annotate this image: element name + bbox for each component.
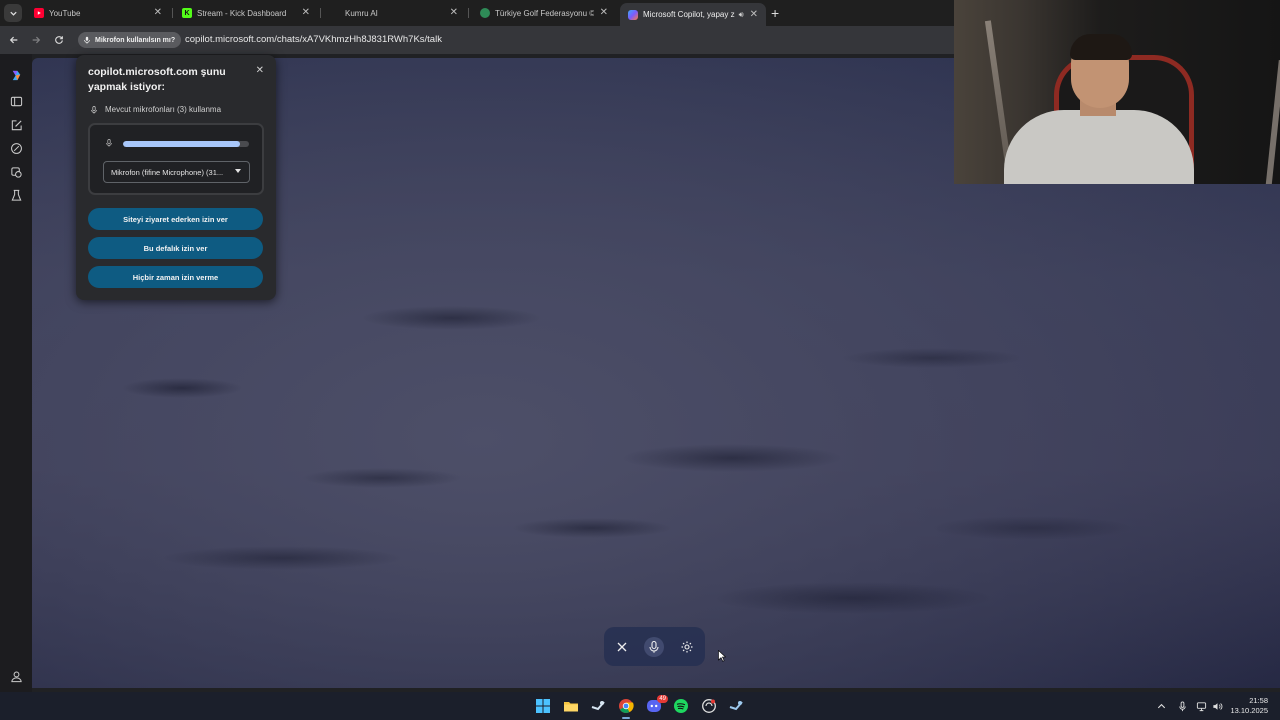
- discord-icon[interactable]: 49: [645, 695, 668, 715]
- allow-this-time-button[interactable]: Bu defalık izin ver: [88, 237, 263, 259]
- close-tab-icon[interactable]: ✕: [154, 8, 162, 18]
- close-tab-icon[interactable]: ✕: [450, 8, 458, 18]
- close-tab-icon[interactable]: ✕: [750, 9, 758, 20]
- account-icon[interactable]: [9, 669, 23, 683]
- address-bar[interactable]: copilot.microsoft.com/chats/xA7VKhmzHh8J…: [185, 34, 442, 45]
- selected-microphone: Mikrofon (fifine Microphone) (31...: [111, 167, 224, 177]
- close-icon[interactable]: ✕: [256, 65, 264, 76]
- speaker-icon[interactable]: 🔊︎: [739, 10, 744, 20]
- forward-button[interactable]: [28, 32, 44, 48]
- back-arrow-icon: [9, 36, 18, 44]
- microphone-tray-icon[interactable]: [1176, 700, 1188, 712]
- webcam-overlay: [954, 0, 1280, 184]
- tab-title: Kumru AI: [345, 8, 378, 18]
- mute-microphone-button[interactable]: [644, 637, 664, 657]
- site-permission-chip[interactable]: Mikrofon kullanılsın mı?: [78, 32, 182, 48]
- new-tab-button[interactable]: +: [771, 4, 779, 22]
- close-icon: [617, 642, 627, 652]
- copilot-sidebar: [0, 54, 32, 692]
- dropdown-caret-icon: [235, 169, 241, 173]
- tab-golf-federation[interactable]: Türkiye Golf Federasyonu © 20 ✕: [472, 3, 616, 23]
- permission-title: copilot.microsoft.com şunu yapmak istiyo…: [88, 66, 226, 93]
- microphone-permission-popup: copilot.microsoft.com şunu yapmak istiyo…: [76, 55, 276, 300]
- voice-settings-button[interactable]: [677, 637, 697, 657]
- back-button[interactable]: [6, 32, 22, 48]
- reload-icon: [55, 36, 63, 44]
- steam-icon[interactable]: [589, 697, 607, 715]
- app-icon[interactable]: [700, 697, 718, 715]
- tab-search-button[interactable]: [4, 4, 22, 22]
- forward-arrow-icon: [32, 36, 41, 44]
- never-allow-button[interactable]: Hiçbir zaman izin verme: [88, 266, 263, 288]
- tab-title: Türkiye Golf Federasyonu © 20: [495, 8, 594, 18]
- copilot-icon: [628, 9, 638, 20]
- microphone-level-fill: [123, 141, 241, 147]
- permission-request-text: Mevcut mikrofonları (3) kullanma: [105, 105, 222, 114]
- volume-icon[interactable]: [1211, 700, 1223, 712]
- new-chat-icon[interactable]: [9, 118, 23, 132]
- file-explorer-icon[interactable]: [562, 697, 580, 715]
- microphone-icon: [84, 36, 90, 44]
- copilot-logo-icon[interactable]: [9, 68, 23, 82]
- golf-federation-icon: [480, 8, 490, 18]
- kick-icon: K: [182, 8, 192, 18]
- end-voice-button[interactable]: [612, 637, 632, 657]
- microphone-level-meter: [123, 141, 249, 147]
- tray-overflow-icon[interactable]: [1155, 700, 1167, 712]
- discover-icon[interactable]: [9, 141, 23, 155]
- microphone-dropdown[interactable]: Mikrofon (fifine Microphone) (31...: [103, 161, 250, 183]
- library-icon[interactable]: [9, 165, 23, 179]
- settings-icon: [681, 641, 693, 653]
- kumru-icon: [330, 8, 340, 18]
- permission-chip-label: Mikrofon kullanılsın mı?: [95, 36, 176, 44]
- chevron-down-icon: [9, 11, 17, 16]
- voice-controls: [604, 627, 705, 666]
- tab-title: Stream - Kick Dashboard: [197, 8, 287, 18]
- microphone-icon: [649, 640, 659, 653]
- discord-notification-badge: 49: [657, 695, 668, 703]
- spotify-icon[interactable]: [672, 697, 690, 715]
- tab-youtube[interactable]: YouTube ✕: [26, 3, 170, 23]
- windows-start-icon[interactable]: [534, 697, 552, 715]
- microphone-icon: [106, 139, 112, 147]
- tab-kick-dashboard[interactable]: K Stream - Kick Dashboard ✕: [174, 3, 318, 23]
- tab-microsoft-copilot[interactable]: Microsoft Copilot, yapay ze 🔊︎ ✕: [620, 3, 766, 26]
- windows-taskbar: 49 21:58 13.10.2025: [0, 692, 1280, 720]
- tab-title: YouTube: [49, 8, 81, 18]
- sidebar-toggle-icon[interactable]: [9, 94, 23, 108]
- close-tab-icon[interactable]: ✕: [600, 8, 608, 18]
- youtube-icon: [34, 8, 44, 18]
- chrome-active-indicator: [622, 717, 630, 719]
- clock-date: 13.10.2025: [1230, 706, 1268, 715]
- labs-icon[interactable]: [9, 188, 23, 202]
- mouse-cursor-icon: [718, 650, 726, 662]
- clock-time: 21:58: [1249, 696, 1268, 705]
- allow-while-visiting-button[interactable]: Siteyi ziyaret ederken izin ver: [88, 208, 263, 230]
- tab-kumru-ai[interactable]: Kumru AI ✕: [322, 3, 466, 23]
- permission-request: Mevcut mikrofonları (3) kullanma: [90, 105, 221, 114]
- microphone-icon: [91, 105, 97, 114]
- steam-alt-icon[interactable]: [727, 697, 745, 715]
- system-clock[interactable]: 21:58 13.10.2025: [1230, 696, 1268, 716]
- tab-title: Microsoft Copilot, yapay ze: [643, 10, 735, 19]
- microphone-selector-box: Mikrofon (fifine Microphone) (31...: [88, 123, 264, 195]
- close-tab-icon[interactable]: ✕: [302, 8, 310, 18]
- reload-button[interactable]: [51, 32, 67, 48]
- chrome-icon[interactable]: [617, 697, 635, 715]
- streamer-shirt: [1004, 110, 1194, 184]
- network-icon[interactable]: [1195, 700, 1207, 712]
